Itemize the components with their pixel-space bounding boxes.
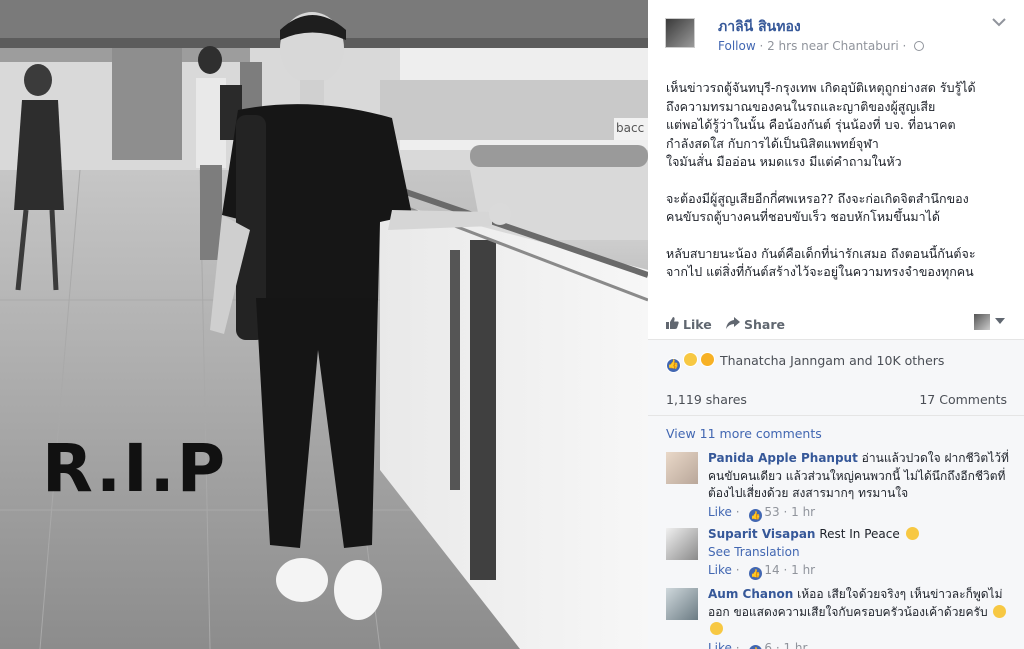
station-sign-text: bacc [616,121,645,135]
comment-like-count[interactable]: 14 [764,563,779,577]
post-line: จากไป แต่สิ่งที่กันต์สร้างไว้จะอยู่ในควา… [666,264,974,279]
post-header: ภาลินี สินทอง Follow · 2 hrs near Chanta… [648,0,1024,70]
post-photo[interactable]: R.I.P bacc [0,0,648,649]
globe-icon [914,41,925,51]
author-avatar[interactable] [665,18,695,48]
sad-emoji-icon [710,622,723,635]
commenter-name[interactable]: Aum Chanon [708,587,793,601]
post-timestamp[interactable]: · 2 hrs near Chantaburi · [759,39,906,53]
post-body: เห็นข่าวรถตู้จันทบุรี-กรุงเทพ เกิดอุบัติ… [666,79,1011,300]
comment-like-count[interactable]: 6 [764,641,772,649]
post-paragraph: เห็นข่าวรถตู้จันทบุรี-กรุงเทพ เกิดอุบัติ… [666,79,1011,172]
comment-text: Rest In Peace [819,527,900,541]
commenter-avatar[interactable] [666,528,698,560]
post-line: เห็นข่าวรถตู้จันทบุรี-กรุงเทพ เกิดอุบัติ… [666,80,976,95]
crying-emoji-icon [905,527,919,540]
photo-scene [0,0,648,649]
follow-link[interactable]: Follow [718,39,756,53]
post-line: ใจมันสั่น มืออ่อน หมดแรง มีแต่คำถามในหัว [666,154,902,169]
like-count-icon: 👍 [749,508,763,522]
share-label: Share [744,317,785,332]
rip-overlay-text: R.I.P [42,430,228,507]
post-actions: Like Share [648,308,1024,340]
comment-like-link[interactable]: Like [708,505,732,519]
post-line: ถึงความทรมาณของคนในรถและญาติของผู้สูญเสี… [666,98,936,114]
post-line: จะต้องมีผู้สูญเสียอีกกี่ศพเหรอ?? ถึงจะก่… [666,190,969,206]
comment-body: Aum Chanon เห้ออ เสียใจด้วยจริงๆ เห็นข่า… [708,586,1014,649]
like-count-icon: 👍 [749,567,763,580]
like-thumb-icon [666,317,679,332]
comment-meta: Like · 👍 53 · 1 hr [708,504,816,522]
commenter-avatar[interactable] [666,452,698,484]
author-name[interactable]: ภาลินี สินทอง [718,16,801,38]
share-arrow-icon [726,317,740,332]
counts-row: 1,119 shares 17 Comments [648,380,1024,416]
comments-count[interactable]: 17 Comments [919,392,1007,407]
comment-meta: Like · 👍 14 · 1 hr [708,563,816,580]
wow-reaction-icon [700,352,716,367]
post-paragraph: หลับสบายนะน้อง กันต์คือเด็กที่น่ารักเสมอ… [666,245,1011,282]
like-button[interactable]: Like [666,317,712,332]
reaction-icons[interactable]: 👍 [666,352,716,373]
comment-like-link[interactable]: Like [708,563,732,577]
comment-meta: Like · 👍6 · 1 hr [708,640,1014,649]
chevron-down-icon[interactable] [992,16,1006,30]
see-translation-link[interactable]: See Translation [708,544,1014,562]
comment-time[interactable]: 1 hr [791,563,815,577]
view-more-comments[interactable]: View 11 more comments [666,426,822,441]
post-panel: ภาลินี สินทอง Follow · 2 hrs near Chanta… [648,0,1024,649]
like-label: Like [683,317,712,332]
post-line: หลับสบายนะน้อง กันต์คือเด็กที่น่ารักเสมอ… [666,245,976,261]
commenter-avatar[interactable] [666,588,698,620]
like-reaction-icon: 👍 [666,358,681,373]
commenter-name[interactable]: Panida Apple Phanput [708,451,858,465]
comment-time[interactable]: 1 hr [783,641,807,649]
page-selector[interactable] [974,314,1005,330]
comment-body: Suparit Visapan Rest In Peace See Transl… [708,526,1014,580]
reactions-summary[interactable]: Thanatcha Janngam and 10K others [720,353,944,368]
commenter-name[interactable]: Suparit Visapan [708,527,815,541]
comment-body: Panida Apple Phanput อ่านแล้วปวดใจ ฝากชี… [708,450,1014,522]
shares-count[interactable]: 1,119 shares [666,392,747,407]
comment-like-link[interactable]: Like [708,641,732,649]
like-count-icon: 👍 [749,644,763,649]
page-avatar [974,314,990,330]
post-line: คนขับรถตู้บางคนที่ชอบขับเร็ว ชอบหักโหมขึ… [666,209,941,224]
post-line: แต่พอได้รู้ว่าในนั้น คือน้องกันต์ รุ่นน้… [666,117,956,132]
post-meta: Follow · 2 hrs near Chantaburi · [718,39,925,53]
feedback-section: 👍 Thanatcha Janngam and 10K others 1,119… [648,340,1024,649]
caret-down-icon [995,318,1005,324]
post-line: กำลังสดใส กับการได้เป็นนิสิตแพทย์จุฬา [666,135,879,151]
praying-hands-emoji-icon [993,604,1007,618]
comment-like-count[interactable]: 53 [764,505,779,519]
share-button[interactable]: Share [726,317,785,332]
sad-reaction-icon [683,352,699,367]
post-paragraph: จะต้องมีผู้สูญเสียอีกกี่ศพเหรอ?? ถึงจะก่… [666,190,1011,227]
comment-time[interactable]: 1 hr [791,505,815,519]
